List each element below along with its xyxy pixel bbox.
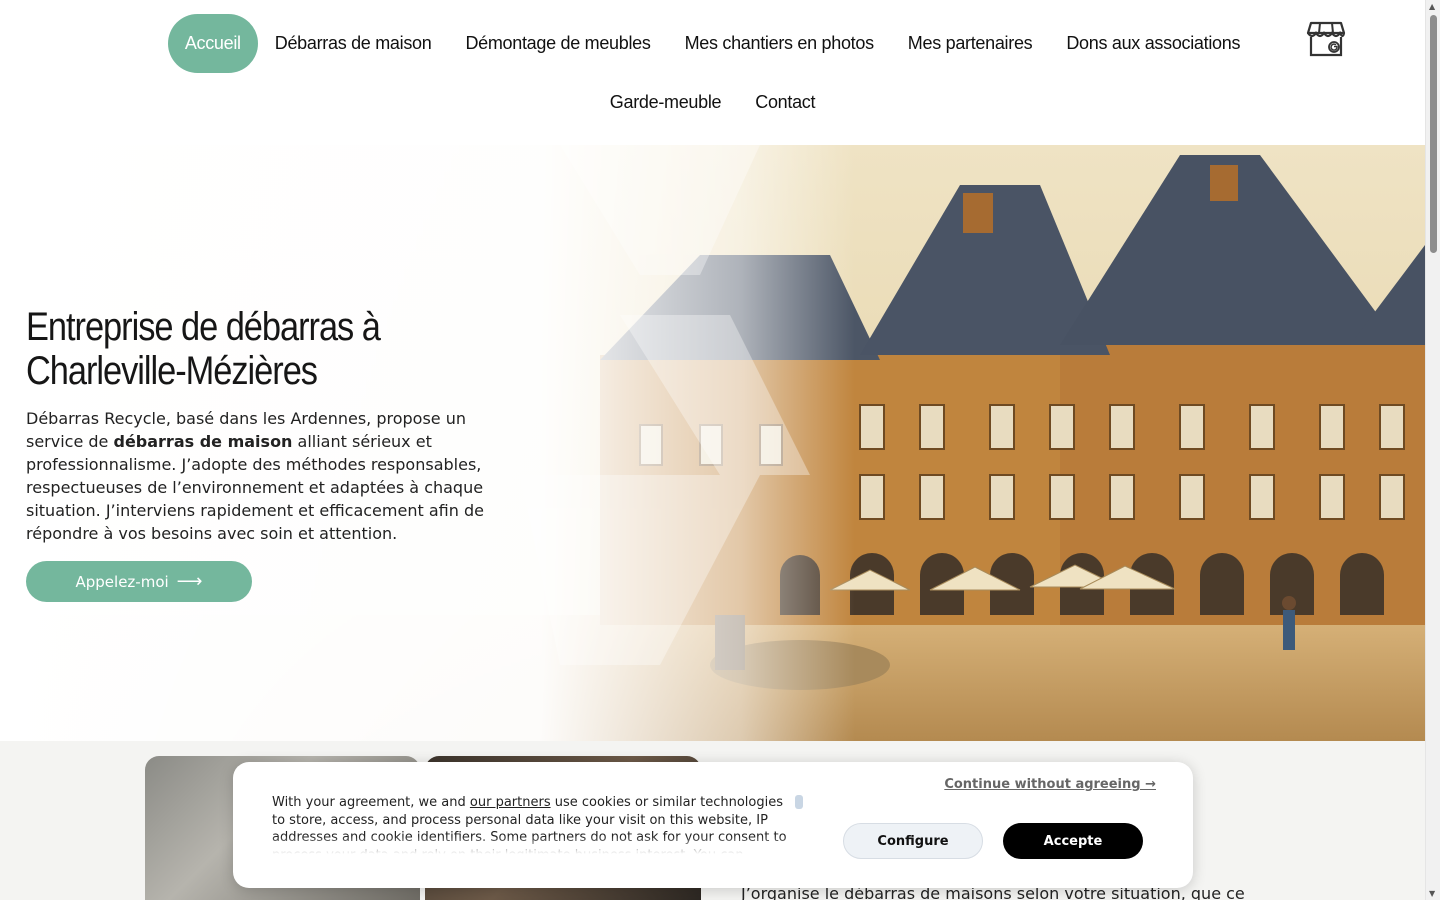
nav-row-primary: Accueil Débarras de maison Démontage de …	[0, 14, 1425, 73]
nav-item-mes-partenaires[interactable]: Mes partenaires	[891, 14, 1050, 73]
main-navigation: Accueil Débarras de maison Démontage de …	[0, 0, 1425, 145]
arrow-right-icon: ⟶	[176, 571, 203, 592]
hero-description: Débarras Recycle, basé dans les Ardennes…	[26, 407, 496, 545]
nav-item-debarras-de-maison[interactable]: Débarras de maison	[258, 14, 449, 73]
scroll-down-arrow-icon[interactable]: ▼	[1429, 889, 1435, 898]
cookie-text-fade	[272, 836, 797, 854]
hero-title: Entreprise de débarras à Charleville-Méz…	[26, 305, 381, 393]
google-business-store-icon[interactable]	[1306, 20, 1346, 58]
configure-button[interactable]: Configure	[843, 823, 983, 859]
nav-item-demontage-de-meubles[interactable]: Démontage de meubles	[448, 14, 667, 73]
cookie-text-intro: With your agreement, we and	[272, 795, 470, 810]
call-me-button[interactable]: Appelez-moi ⟶	[26, 561, 252, 602]
accept-button[interactable]: Accepte	[1003, 823, 1143, 859]
cookie-text-scrollbar[interactable]	[795, 795, 803, 809]
hero-text-block: Entreprise de débarras à Charleville-Méz…	[26, 305, 496, 545]
continue-without-agreeing-link[interactable]: Continue without agreeing →	[944, 777, 1156, 792]
cookie-consent-text: With your agreement, we and our partners…	[272, 794, 797, 854]
nav-item-contact[interactable]: Contact	[738, 73, 832, 132]
scrollbar-thumb[interactable]	[1430, 15, 1437, 253]
nav-item-accueil[interactable]: Accueil	[167, 14, 258, 73]
scroll-up-arrow-icon[interactable]: ▲	[1429, 2, 1435, 11]
cookie-consent-banner: Continue without agreeing → With your ag…	[233, 762, 1193, 888]
hero-section: Entreprise de débarras à Charleville-Méz…	[0, 145, 1425, 741]
hero-description-bold: débarras de maison	[113, 432, 293, 451]
nav-item-garde-meuble[interactable]: Garde-meuble	[593, 73, 738, 132]
call-me-button-label: Appelez-moi	[75, 572, 169, 591]
page-scrollbar[interactable]: ▲ ▼	[1425, 0, 1440, 900]
nav-row-secondary: Garde-meuble Contact	[0, 73, 1425, 132]
our-partners-link[interactable]: our partners	[470, 795, 551, 810]
nav-item-mes-chantiers-en-photos[interactable]: Mes chantiers en photos	[668, 14, 891, 73]
nav-item-dons-aux-associations[interactable]: Dons aux associations	[1049, 14, 1257, 73]
